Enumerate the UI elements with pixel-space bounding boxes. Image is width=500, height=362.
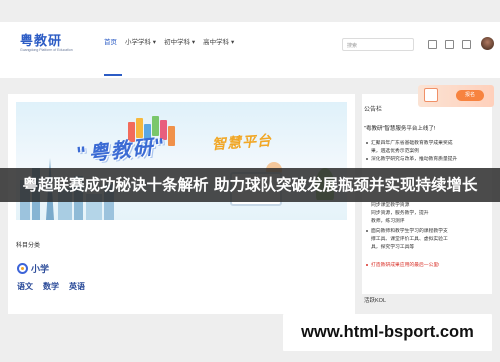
subject-chinese[interactable]: 语文 bbox=[17, 281, 33, 292]
notice-bullet: 面向教师和教学生学习的课程教学支 bbox=[366, 228, 486, 236]
main-nav: 首页 小学学科 ▾ 初中学科 ▾ 高中学科 ▾ bbox=[104, 36, 234, 46]
avatar[interactable] bbox=[481, 37, 494, 50]
watermark-text: www.html-bsport.com bbox=[301, 323, 474, 341]
nav-item-home[interactable]: 首页 bbox=[104, 36, 117, 46]
search-input[interactable]: 搜索 bbox=[342, 38, 414, 51]
banner-subtitle: 智慧平台 bbox=[211, 132, 273, 154]
subject-english[interactable]: 英语 bbox=[69, 281, 85, 292]
calendar-promo-icon bbox=[424, 88, 438, 102]
notice-welcome: "粤教研"智慧服务平台上线了! bbox=[364, 126, 436, 132]
notice-board-title: 公告栏 bbox=[364, 107, 383, 113]
category-level[interactable]: 小学 bbox=[17, 262, 49, 275]
notice-highlight: 打造教研成果应用的最后一公里! bbox=[366, 262, 486, 270]
notice-bullet: 具，探究学习工具等 bbox=[371, 245, 415, 250]
kol-section-title: 活跃KOL bbox=[364, 298, 387, 304]
category-heading: 科目分类 bbox=[16, 243, 41, 249]
notice-bullet: 同步资源，服务教学，提升 bbox=[371, 211, 429, 216]
main-panel: "粤教研" 智慧平台 科目分类 小学 语文 数学 英语 bbox=[8, 94, 355, 314]
notice-bullet: 汇聚四年广东省基础教育教学成果奖成 bbox=[366, 140, 486, 148]
hero-banner[interactable]: "粤教研" 智慧平台 bbox=[16, 102, 347, 220]
notice-bullet: 教师，练习测评 bbox=[371, 219, 405, 224]
toolbar-icons bbox=[428, 40, 471, 49]
edit-icon[interactable] bbox=[428, 40, 437, 49]
promo-card[interactable]: 报名 bbox=[418, 85, 494, 107]
nav-active-indicator bbox=[104, 74, 122, 76]
headline-overlay: 粤超联赛成功秘诀十条解析 助力球队突破发展瓶颈并实现持续增长 bbox=[0, 168, 500, 202]
subject-math[interactable]: 数学 bbox=[43, 281, 59, 292]
nav-item-junior[interactable]: 初中学科 ▾ bbox=[164, 36, 195, 46]
site-logo[interactable]: 粤教研 bbox=[20, 30, 62, 49]
primary-school-icon bbox=[17, 263, 28, 274]
site-logo-subtitle: Guangdong Platform of Education bbox=[20, 48, 73, 52]
notice-bullet: 同步课堂教学资源 bbox=[371, 203, 410, 208]
calendar-icon[interactable] bbox=[462, 40, 471, 49]
watermark-box: www.html-bsport.com bbox=[283, 314, 492, 351]
subject-list: 语文 数学 英语 bbox=[17, 281, 85, 292]
top-navbar: 粤教研 Guangdong Platform of Education 首页 小… bbox=[0, 22, 500, 78]
headline-text: 粤超联赛成功秘诀十条解析 助力球队突破发展瓶颈并实现持续增长 bbox=[22, 176, 478, 194]
notice-bullet: 撑工具、课堂评价工具、虚拟实验工 bbox=[371, 237, 448, 242]
banner-title: "粤教研" bbox=[75, 133, 169, 167]
nav-item-senior[interactable]: 高中学科 ▾ bbox=[203, 36, 234, 46]
notification-icon[interactable] bbox=[445, 40, 454, 49]
notice-bullet: 深化教学研究与改革，推动教育质量提升 bbox=[366, 156, 486, 164]
signup-button[interactable]: 报名 bbox=[456, 90, 484, 101]
notice-bullet: 果，遴选优秀示范案例 bbox=[371, 149, 419, 154]
category-level-label: 小学 bbox=[31, 265, 50, 275]
nav-item-primary[interactable]: 小学学科 ▾ bbox=[125, 36, 156, 46]
